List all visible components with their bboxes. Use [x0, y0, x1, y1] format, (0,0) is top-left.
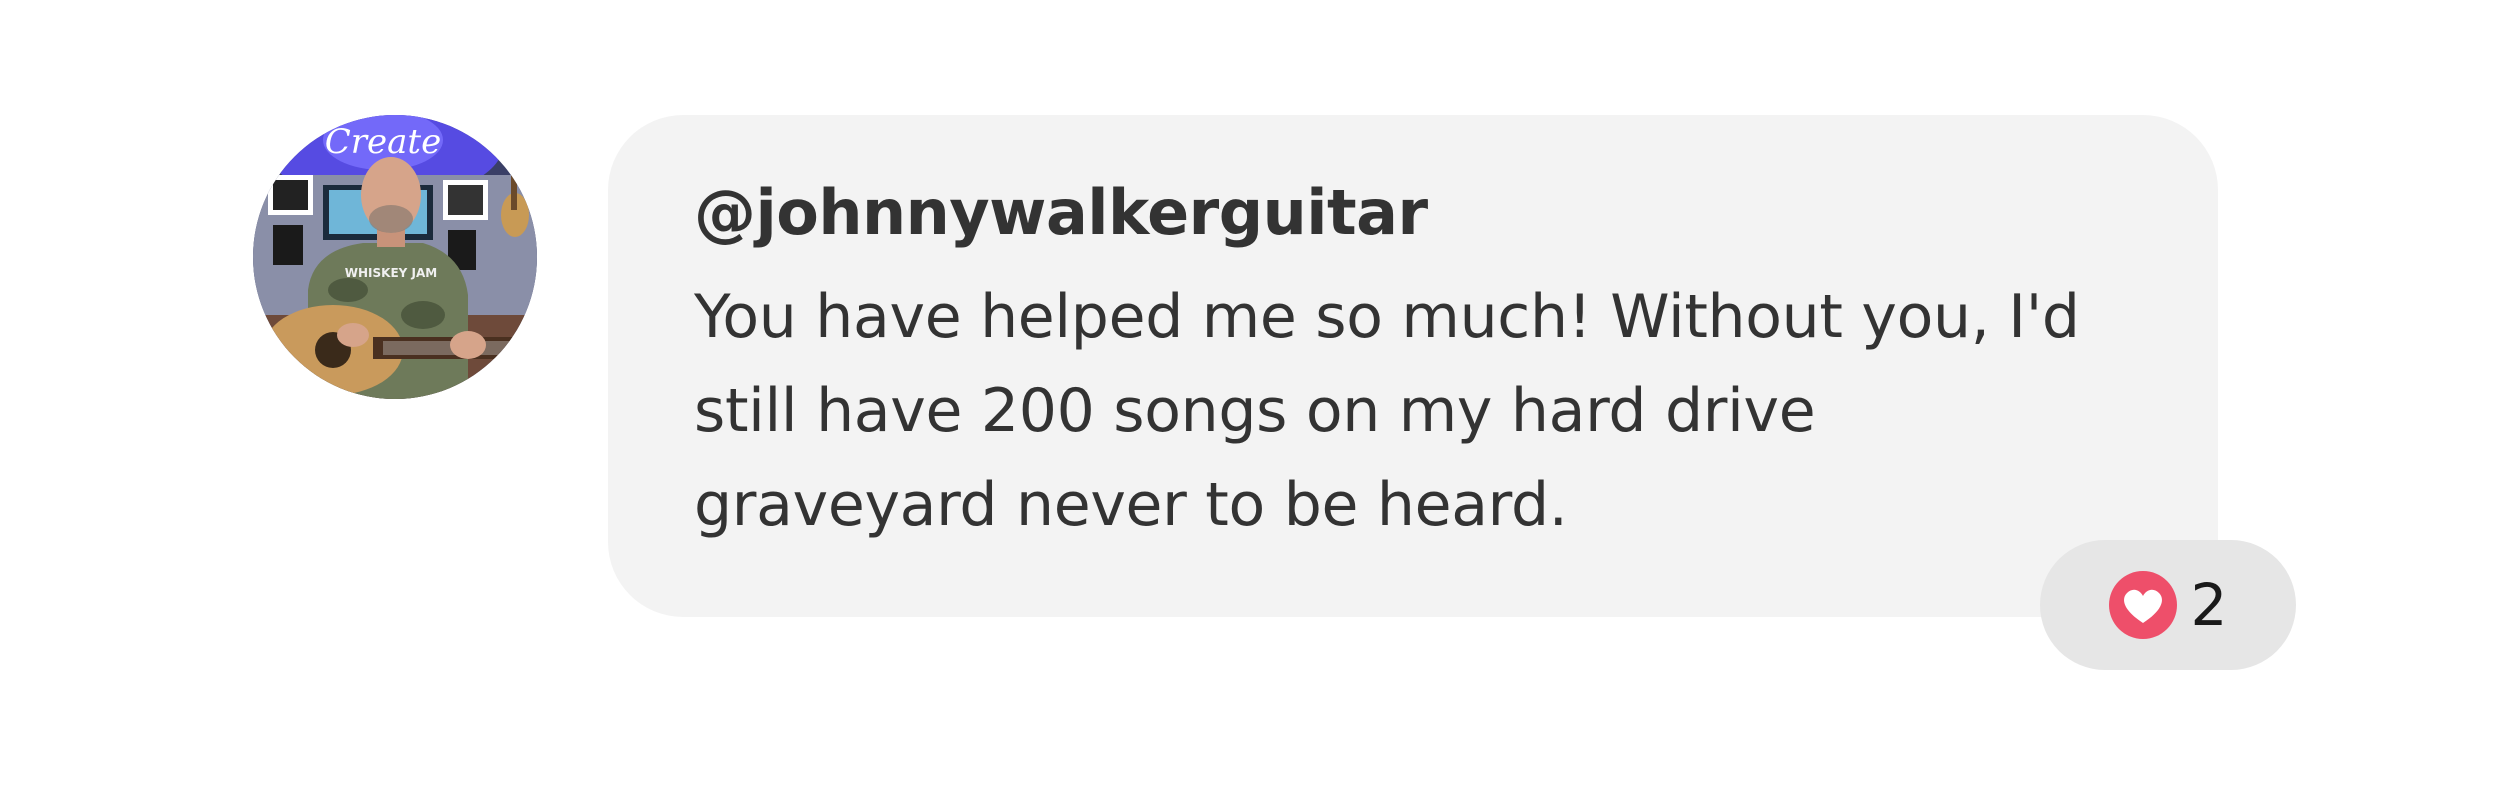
avatar-photo: WHISKEY JAM Create — [253, 115, 537, 399]
reaction-count: 2 — [2190, 571, 2228, 639]
comment-bubble: @johnnywalkerguitar You have helped me s… — [608, 115, 2218, 617]
comment-message: You have helped me so much! Without you,… — [694, 282, 2080, 541]
reaction-button[interactable]: 2 — [2040, 540, 2296, 670]
comment-card: WHISKEY JAM Create @johnnywalkerguitar Y… — [0, 0, 2500, 797]
comment-author-handle[interactable]: @johnnywalkerguitar — [694, 177, 2138, 249]
avatar-shirt-text: WHISKEY JAM — [345, 266, 437, 280]
avatar[interactable]: WHISKEY JAM Create — [253, 115, 537, 399]
heart-icon — [2108, 571, 2177, 639]
avatar-neon-sign: Create — [325, 122, 441, 162]
